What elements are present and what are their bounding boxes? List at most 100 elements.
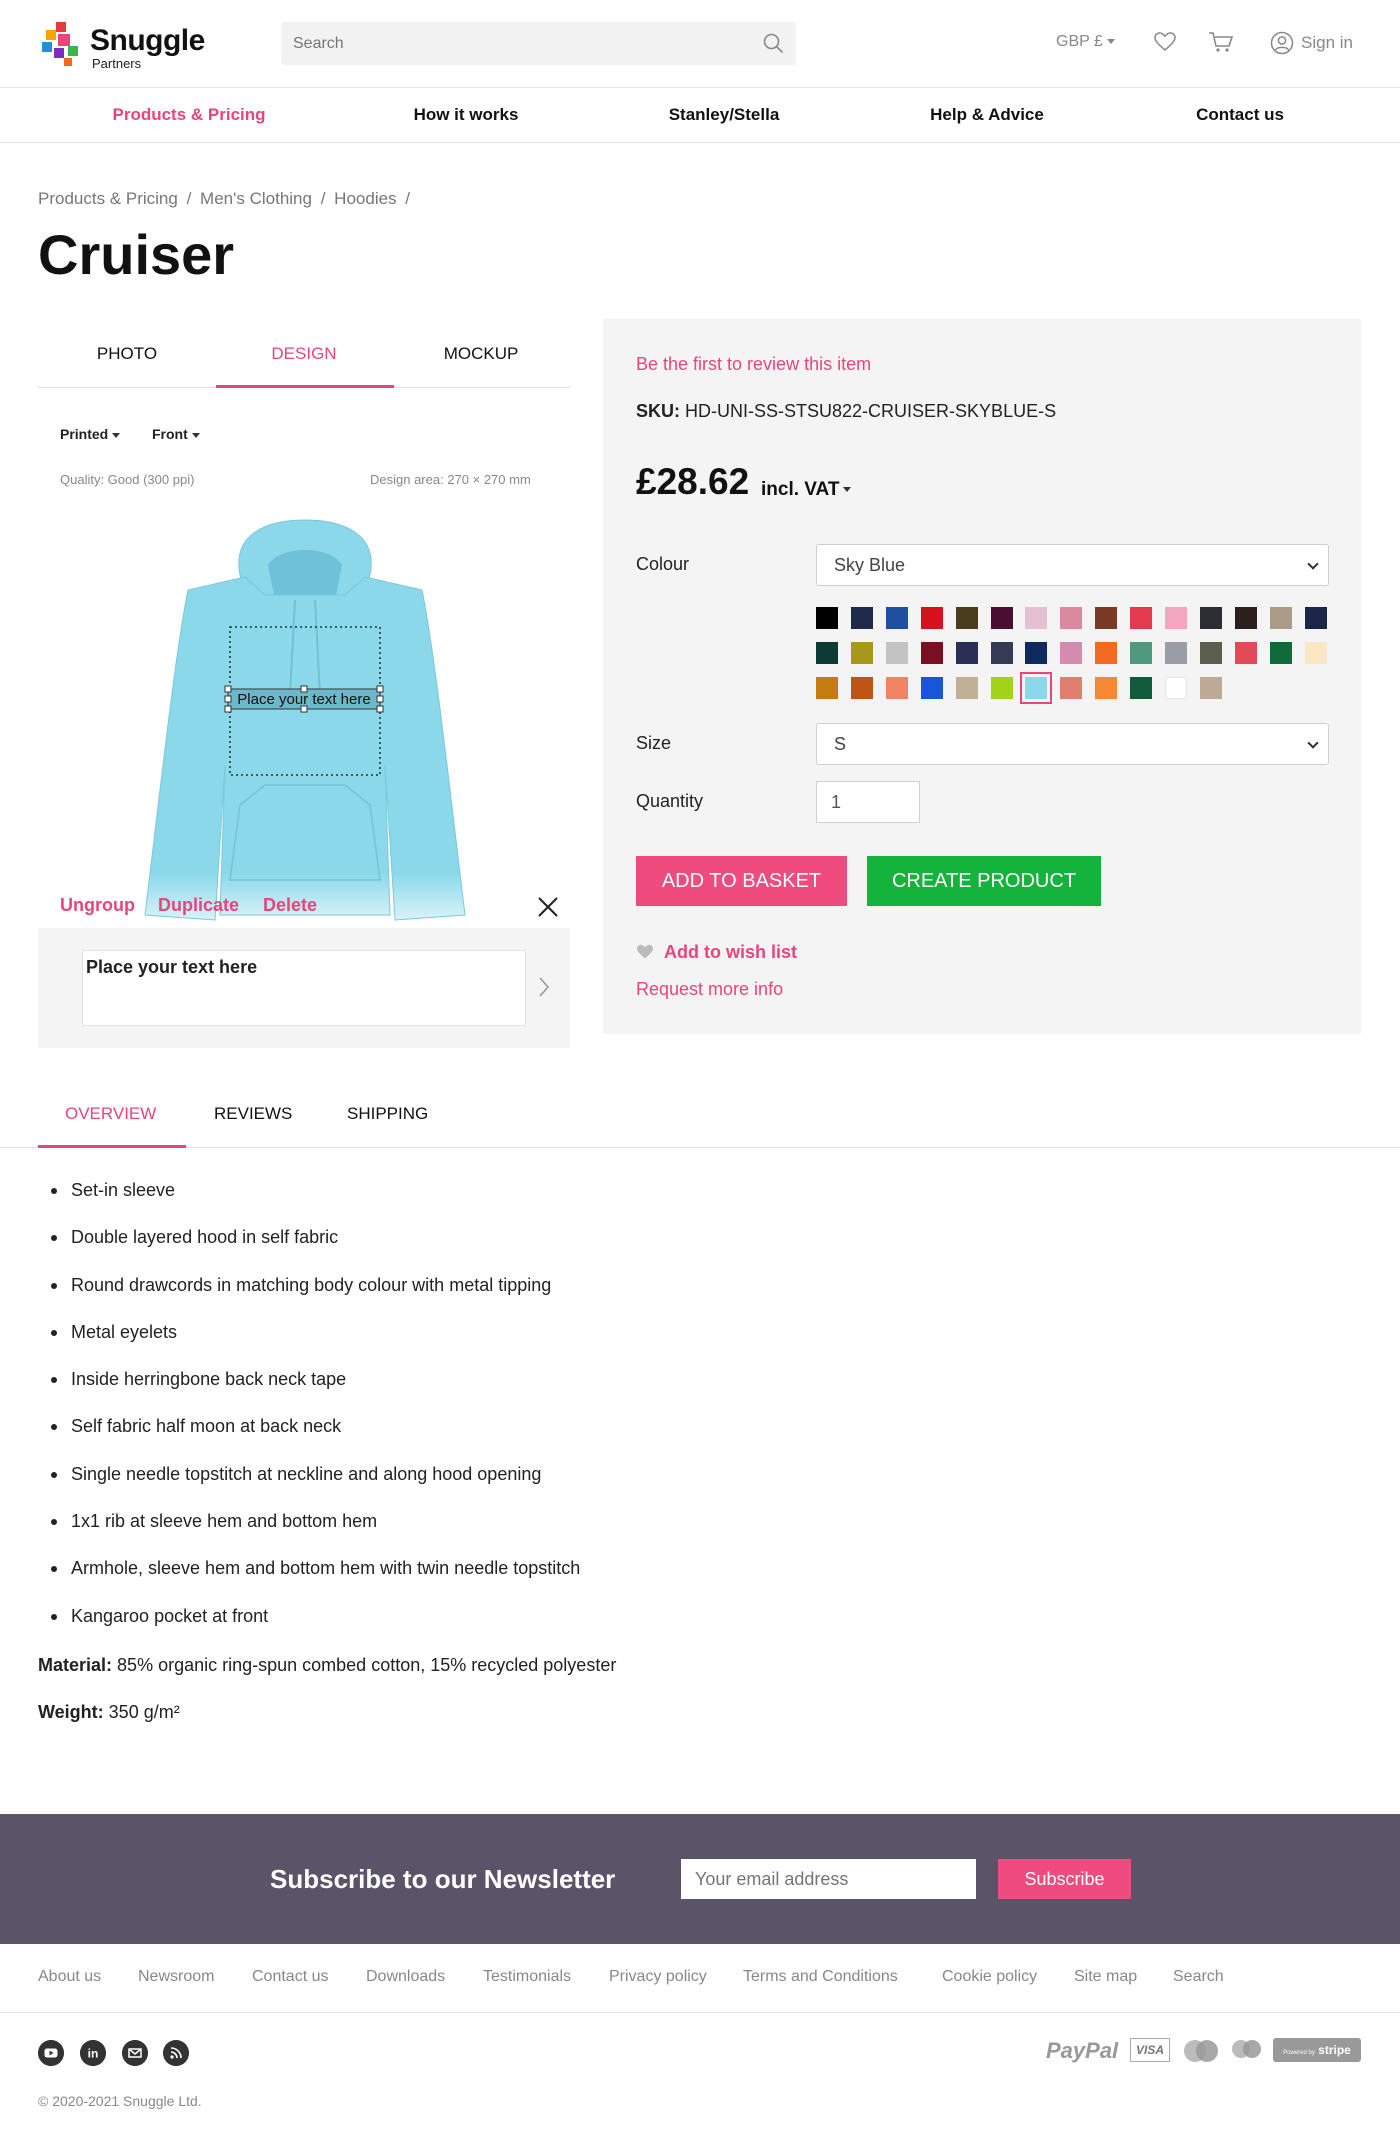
sign-in-link[interactable]: Sign in <box>1301 33 1353 53</box>
footer-link-contact[interactable]: Contact us <box>252 1968 328 1986</box>
youtube-icon[interactable] <box>38 2040 64 2066</box>
colour-swatch[interactable] <box>920 677 943 699</box>
subscribe-button[interactable]: Subscribe <box>998 1859 1131 1899</box>
vat-toggle[interactable]: incl. VAT <box>761 479 852 501</box>
logo[interactable]: Snuggle Partners <box>38 20 208 71</box>
tab-photo[interactable]: PHOTO <box>97 344 157 364</box>
colour-swatch[interactable] <box>1165 607 1187 629</box>
colour-swatch[interactable] <box>1025 607 1048 629</box>
colour-swatch[interactable] <box>955 607 978 629</box>
colour-swatch[interactable] <box>990 607 1013 629</box>
linkedin-icon[interactable]: in <box>80 2040 106 2066</box>
colour-swatch[interactable] <box>920 607 943 629</box>
print-method-dropdown[interactable]: Printed <box>60 426 121 442</box>
colour-swatch[interactable] <box>1304 642 1327 664</box>
colour-swatch[interactable] <box>1199 677 1222 699</box>
quantity-input[interactable]: 1 <box>816 781 920 823</box>
colour-swatch[interactable] <box>1020 672 1053 704</box>
size-select[interactable]: S <box>816 723 1329 765</box>
colour-swatch[interactable] <box>920 642 943 664</box>
user-icon[interactable] <box>1270 31 1294 55</box>
colour-swatch[interactable] <box>1060 607 1083 629</box>
colour-swatch[interactable] <box>816 607 838 629</box>
breadcrumb-products-pricing[interactable]: Products & Pricing <box>38 189 178 208</box>
colour-swatch[interactable] <box>955 677 978 699</box>
nav-products-pricing[interactable]: Products & Pricing <box>112 105 265 125</box>
tab-design[interactable]: DESIGN <box>271 344 336 364</box>
ungroup-button[interactable]: Ungroup <box>60 895 135 916</box>
colour-select[interactable]: Sky Blue <box>816 544 1329 586</box>
nav-contact-us[interactable]: Contact us <box>1196 105 1284 125</box>
breadcrumb-mens-clothing[interactable]: Men's Clothing <box>200 189 312 208</box>
text-input-field[interactable]: Place your text here <box>82 950 526 1026</box>
footer-link-newsroom[interactable]: Newsroom <box>138 1968 214 1986</box>
colour-swatch[interactable] <box>1304 607 1327 629</box>
colour-swatch[interactable] <box>1025 642 1048 664</box>
heart-icon[interactable] <box>1154 32 1176 52</box>
colour-swatch[interactable] <box>990 677 1013 699</box>
create-product-button[interactable]: CREATE PRODUCT <box>867 856 1101 906</box>
footer-link-about[interactable]: About us <box>38 1968 101 1986</box>
nav-how-it-works[interactable]: How it works <box>414 105 519 125</box>
footer-link-search[interactable]: Search <box>1173 1968 1224 1986</box>
tab-reviews[interactable]: REVIEWS <box>214 1104 292 1124</box>
footer-link-cookie[interactable]: Cookie policy <box>942 1968 1037 1986</box>
request-info-link[interactable]: Request more info <box>636 979 783 1000</box>
search-icon[interactable] <box>763 33 784 54</box>
colour-swatch[interactable] <box>1199 607 1222 629</box>
colour-swatch[interactable] <box>1130 607 1153 629</box>
side-dropdown[interactable]: Front <box>152 426 200 442</box>
chevron-right-icon[interactable] <box>538 976 550 998</box>
colour-swatch[interactable] <box>1095 642 1118 664</box>
colour-swatch[interactable] <box>1060 642 1083 664</box>
colour-swatch[interactable] <box>1165 677 1187 699</box>
email-icon[interactable] <box>122 2040 148 2066</box>
colour-swatch[interactable] <box>1269 642 1292 664</box>
tab-shipping[interactable]: SHIPPING <box>347 1104 428 1124</box>
cart-icon[interactable] <box>1208 31 1234 53</box>
colour-swatch[interactable] <box>850 607 873 629</box>
duplicate-button[interactable]: Duplicate <box>158 895 239 916</box>
colour-swatch[interactable] <box>1269 607 1292 629</box>
colour-swatch[interactable] <box>990 642 1013 664</box>
colour-swatch[interactable] <box>1060 677 1083 699</box>
design-text-element[interactable]: Place your text here <box>237 691 370 708</box>
colour-swatch[interactable] <box>1095 677 1118 699</box>
footer-link-testimonials[interactable]: Testimonials <box>483 1968 571 1986</box>
nav-stanley-stella[interactable]: Stanley/Stella <box>669 105 780 125</box>
footer-link-sitemap[interactable]: Site map <box>1074 1968 1137 1986</box>
colour-swatch[interactable] <box>1234 607 1257 629</box>
colour-swatch[interactable] <box>850 677 873 699</box>
size-label: Size <box>636 733 672 753</box>
newsletter-email-input[interactable] <box>681 1859 976 1899</box>
search-input[interactable] <box>281 22 751 65</box>
colour-swatch[interactable] <box>885 607 908 629</box>
tab-overview[interactable]: OVERVIEW <box>65 1104 156 1124</box>
tab-mockup[interactable]: MOCKUP <box>444 344 519 364</box>
colour-swatch[interactable] <box>885 677 908 699</box>
colour-swatch[interactable] <box>955 642 978 664</box>
first-review-link[interactable]: Be the first to review this item <box>636 354 871 375</box>
colour-swatch[interactable] <box>1130 642 1153 664</box>
add-to-basket-button[interactable]: ADD TO BASKET <box>636 856 847 906</box>
add-to-wishlist-link[interactable]: Add to wish list <box>636 942 797 963</box>
colour-swatch[interactable] <box>1234 642 1257 664</box>
colour-swatch[interactable] <box>1199 642 1222 664</box>
currency-selector[interactable]: GBP £ <box>1056 33 1115 51</box>
colour-swatch[interactable] <box>885 642 908 664</box>
nav-help-advice[interactable]: Help & Advice <box>930 105 1044 125</box>
colour-swatch[interactable] <box>1095 607 1118 629</box>
footer-link-downloads[interactable]: Downloads <box>366 1968 445 1986</box>
delete-button[interactable]: Delete <box>263 895 317 916</box>
colour-swatch[interactable] <box>1130 677 1153 699</box>
colour-swatch[interactable] <box>850 642 873 664</box>
colour-swatch[interactable] <box>816 677 838 699</box>
breadcrumb-hoodies[interactable]: Hoodies <box>334 189 396 208</box>
close-icon[interactable] <box>536 895 560 919</box>
colour-swatch[interactable] <box>816 642 838 664</box>
rss-icon[interactable] <box>163 2040 189 2066</box>
colour-swatch[interactable] <box>1165 642 1187 664</box>
footer-link-privacy[interactable]: Privacy policy <box>609 1968 707 1986</box>
product-canvas[interactable]: Place your text here <box>140 515 470 925</box>
footer-link-terms[interactable]: Terms and Conditions <box>743 1968 898 1986</box>
